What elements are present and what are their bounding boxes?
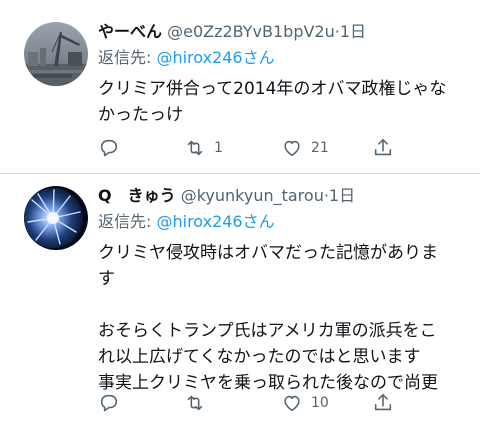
reply-button[interactable] xyxy=(98,391,128,415)
reply-icon xyxy=(100,394,118,412)
like-button[interactable]: 21 xyxy=(281,136,329,160)
tweet-text: クリミア併合って2014年のオバマ政権じゃな かったっけ xyxy=(98,79,447,125)
timestamp[interactable]: 1日 xyxy=(329,186,355,205)
share-button[interactable] xyxy=(372,391,394,415)
reply-context: 返信先: @hirox246さん xyxy=(98,46,470,70)
tweet-content: やーべん @e0Zz2BYvB1bpV2u·1日 返信先: @hirox246さ… xyxy=(98,20,470,128)
action-bar: 1 21 xyxy=(98,136,398,160)
reply-icon xyxy=(100,139,118,157)
tweet-content: Q きゅう @kyunkyun_tarou·1日 返信先: @hirox246さ… xyxy=(98,184,470,396)
reply-prefix: 返信先: xyxy=(98,212,157,231)
retweet-icon xyxy=(187,140,203,156)
tweet[interactable]: やーべん @e0Zz2BYvB1bpV2u·1日 返信先: @hirox246さ… xyxy=(0,0,480,174)
share-button[interactable] xyxy=(372,136,394,160)
share-icon xyxy=(374,393,392,411)
display-name[interactable]: Q きゅう xyxy=(98,186,176,205)
reply-mention-link[interactable]: @hirox246さん xyxy=(156,48,274,67)
avatar[interactable] xyxy=(24,186,88,250)
like-count: 21 xyxy=(311,140,329,156)
harbor-crane-photo-icon xyxy=(24,22,88,86)
share-icon xyxy=(374,138,392,156)
tweet-header: Q きゅう @kyunkyun_tarou·1日 xyxy=(98,184,470,208)
retweet-button[interactable] xyxy=(184,391,214,415)
reply-mention-link[interactable]: @hirox246さん xyxy=(156,212,274,231)
tweet-header: やーべん @e0Zz2BYvB1bpV2u·1日 xyxy=(98,20,470,44)
like-count: 10 xyxy=(311,395,329,411)
heart-icon xyxy=(284,395,300,412)
tweet-text: クリミヤ侵攻時はオバマだった記憶がありま す おそらくトランプ氏はアメリカ軍の派… xyxy=(98,243,438,393)
blue-flower-photo-icon xyxy=(24,186,88,250)
user-handle[interactable]: @kyunkyun_tarou xyxy=(181,186,324,205)
avatar[interactable] xyxy=(24,22,88,86)
like-button[interactable]: 10 xyxy=(281,391,329,415)
heart-icon xyxy=(284,140,300,157)
reply-prefix: 返信先: xyxy=(98,48,157,67)
tweet[interactable]: Q きゅう @kyunkyun_tarou·1日 返信先: @hirox246さ… xyxy=(0,174,480,424)
timestamp[interactable]: 1日 xyxy=(340,22,366,41)
reply-button[interactable] xyxy=(98,136,128,160)
retweet-button[interactable]: 1 xyxy=(184,136,223,160)
display-name[interactable]: やーべん xyxy=(98,22,162,41)
action-bar: 10 xyxy=(98,391,398,415)
retweet-icon xyxy=(187,395,203,411)
user-handle[interactable]: @e0Zz2BYvB1bpV2u xyxy=(167,22,335,41)
reply-context: 返信先: @hirox246さん xyxy=(98,210,470,234)
retweet-count: 1 xyxy=(214,140,223,156)
